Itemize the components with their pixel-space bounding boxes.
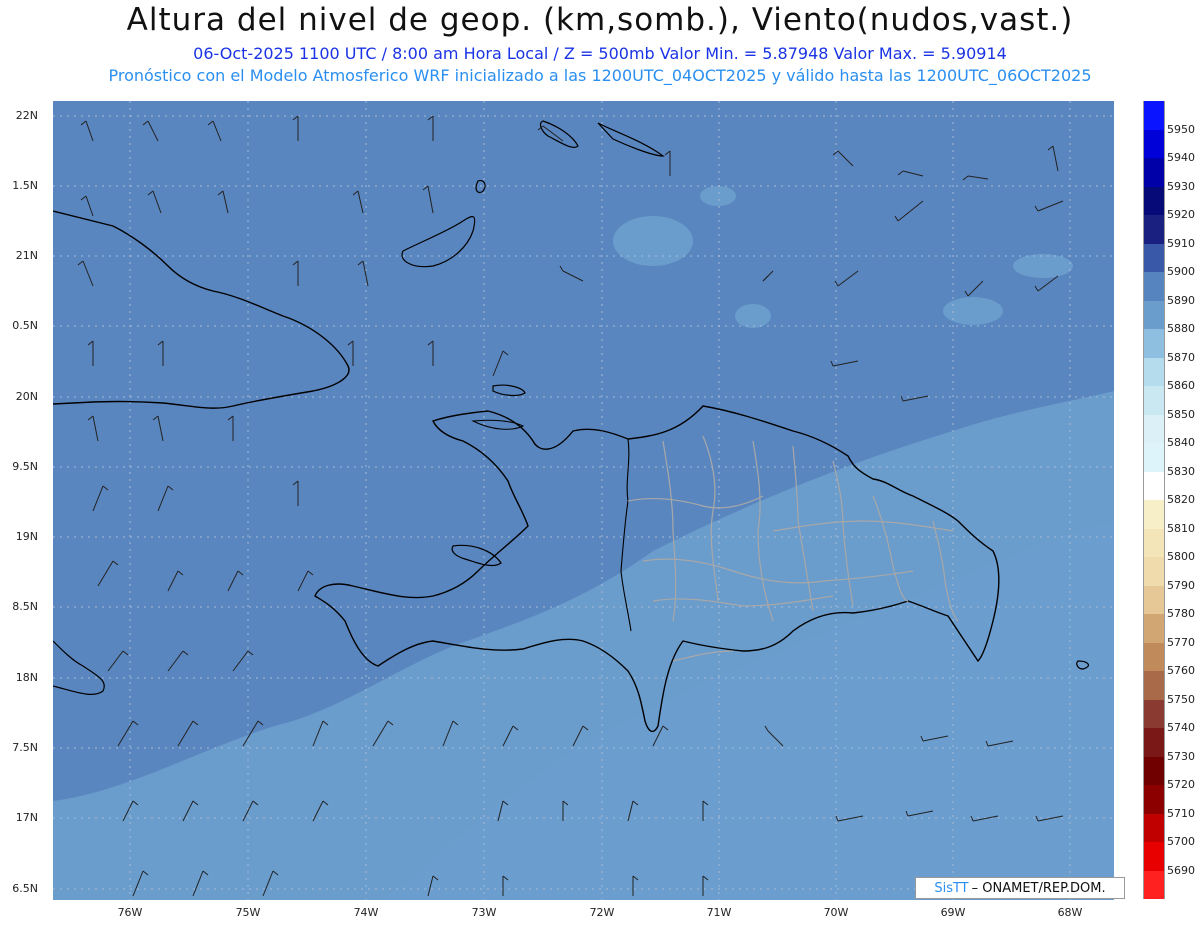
coast-bahamas xyxy=(539,120,579,148)
colorbar-swatch xyxy=(1143,129,1165,158)
lat-label: 0.5N xyxy=(12,319,38,332)
lat-label: 8.5N xyxy=(12,600,38,613)
lat-label: 17N xyxy=(15,811,38,824)
lon-label: 69W xyxy=(940,906,966,919)
lat-label: 7.5N xyxy=(12,741,38,754)
coast-tortuga xyxy=(471,419,525,430)
lat-label: 9.5N xyxy=(12,460,38,473)
colorbar-swatch xyxy=(1143,813,1165,842)
colorbar-swatch xyxy=(1143,842,1165,871)
colorbar-swatch xyxy=(1143,101,1165,130)
lat-label: 20N xyxy=(15,390,38,403)
colorbar-label: 5700 xyxy=(1167,835,1195,848)
colorbar-label: 5690 xyxy=(1167,863,1195,877)
colorbar-label: 5730 xyxy=(1167,749,1195,763)
lat-label: 1.5N xyxy=(12,179,38,192)
coast-jamaica xyxy=(53,640,105,695)
lon-label: 68W xyxy=(1057,906,1083,919)
credit-org: – ONAMET/REP.DOM. xyxy=(971,880,1106,896)
colorbar-swatch xyxy=(1143,386,1165,415)
lon-label: 71W xyxy=(706,906,732,919)
colorbar-label: 5870 xyxy=(1167,350,1195,364)
colorbar-swatch xyxy=(1143,158,1165,187)
lon-label: 74W xyxy=(353,906,379,919)
colorbar-label: 5740 xyxy=(1167,721,1195,734)
shade-blob xyxy=(735,304,771,328)
lon-label: 76W xyxy=(117,906,143,919)
colorbar-swatch xyxy=(1143,243,1165,272)
colorbar-swatch xyxy=(1143,756,1165,785)
colorbar-label: 5930 xyxy=(1167,179,1195,193)
coast-gonave xyxy=(451,544,502,567)
colorbar-label: 5790 xyxy=(1167,578,1195,592)
colorbar-label: 5770 xyxy=(1167,635,1195,649)
colorbar-label: 5910 xyxy=(1167,236,1195,250)
lat-label: 6.5N xyxy=(12,882,38,895)
colorbar-label: 5880 xyxy=(1167,322,1195,335)
colorbar-swatch xyxy=(1143,215,1165,244)
lon-label: 70W xyxy=(823,906,849,919)
colorbar-swatch xyxy=(1143,300,1165,329)
colorbar xyxy=(1143,101,1165,899)
coast-bahamas xyxy=(401,216,476,268)
colorbar-swatch xyxy=(1143,272,1165,301)
lat-label: 22N xyxy=(15,109,38,122)
colorbar-swatch xyxy=(1143,357,1165,386)
colorbar-label: 5900 xyxy=(1167,265,1195,278)
colorbar-label: 5760 xyxy=(1167,664,1195,677)
lat-label: 21N xyxy=(15,249,38,262)
colorbar-swatch xyxy=(1143,500,1165,529)
map-subtitle: 06-Oct-2025 1100 UTC / 8:00 am Hora Loca… xyxy=(193,44,1007,63)
colorbar-label: 5940 xyxy=(1167,151,1195,164)
colorbar-label: 5830 xyxy=(1167,464,1195,478)
colorbar-label: 5920 xyxy=(1167,208,1195,221)
brand-logo: SisTT xyxy=(934,880,969,896)
colorbar-swatch xyxy=(1143,186,1165,215)
shade-blob xyxy=(700,186,736,206)
lon-label: 73W xyxy=(471,906,497,919)
map-canvas xyxy=(53,101,1114,900)
colorbar-swatch xyxy=(1143,329,1165,358)
colorbar-label: 5720 xyxy=(1167,778,1195,791)
coast-cuba xyxy=(53,210,350,409)
colorbar-swatch xyxy=(1143,585,1165,614)
map-panel xyxy=(53,101,1114,900)
colorbar-label: 5890 xyxy=(1167,293,1195,307)
map-title: Altura del nivel de geop. (km,somb.), Vi… xyxy=(126,2,1074,38)
colorbar-swatch xyxy=(1143,414,1165,443)
colorbar-swatch xyxy=(1143,471,1165,500)
colorbar-swatch xyxy=(1143,870,1165,899)
colorbar-swatch xyxy=(1143,699,1165,728)
colorbar-label: 5750 xyxy=(1167,692,1195,706)
colorbar-swatch xyxy=(1143,443,1165,472)
shade-blob xyxy=(943,297,1003,325)
colorbar-label: 5840 xyxy=(1167,436,1195,449)
lon-label: 72W xyxy=(589,906,615,919)
coast-bahamas xyxy=(597,122,665,157)
colorbar-label: 5710 xyxy=(1167,806,1195,820)
colorbar-swatch xyxy=(1143,614,1165,643)
model-info: Pronóstico con el Modelo Atmosferico WRF… xyxy=(108,66,1092,85)
colorbar-swatch xyxy=(1143,785,1165,814)
lat-label: 18N xyxy=(15,671,38,684)
lon-label: 75W xyxy=(235,906,261,919)
coast-turks xyxy=(492,384,526,397)
credit-box: SisTT – ONAMET/REP.DOM. xyxy=(915,877,1125,899)
colorbar-label: 5850 xyxy=(1167,407,1195,421)
colorbar-label: 5820 xyxy=(1167,493,1195,506)
colorbar-swatch xyxy=(1143,671,1165,700)
colorbar-label: 5860 xyxy=(1167,379,1195,392)
colorbar-swatch xyxy=(1143,528,1165,557)
colorbar-swatch xyxy=(1143,728,1165,757)
colorbar-label: 5800 xyxy=(1167,550,1195,563)
colorbar-label: 5780 xyxy=(1167,607,1195,620)
colorbar-swatch xyxy=(1143,642,1165,671)
colorbar-swatch xyxy=(1143,557,1165,586)
shade-blob xyxy=(1013,254,1073,278)
lat-label: 19N xyxy=(15,530,38,543)
colorbar-label: 5950 xyxy=(1167,122,1195,136)
colorbar-label: 5810 xyxy=(1167,521,1195,535)
shade-blob xyxy=(613,216,693,266)
